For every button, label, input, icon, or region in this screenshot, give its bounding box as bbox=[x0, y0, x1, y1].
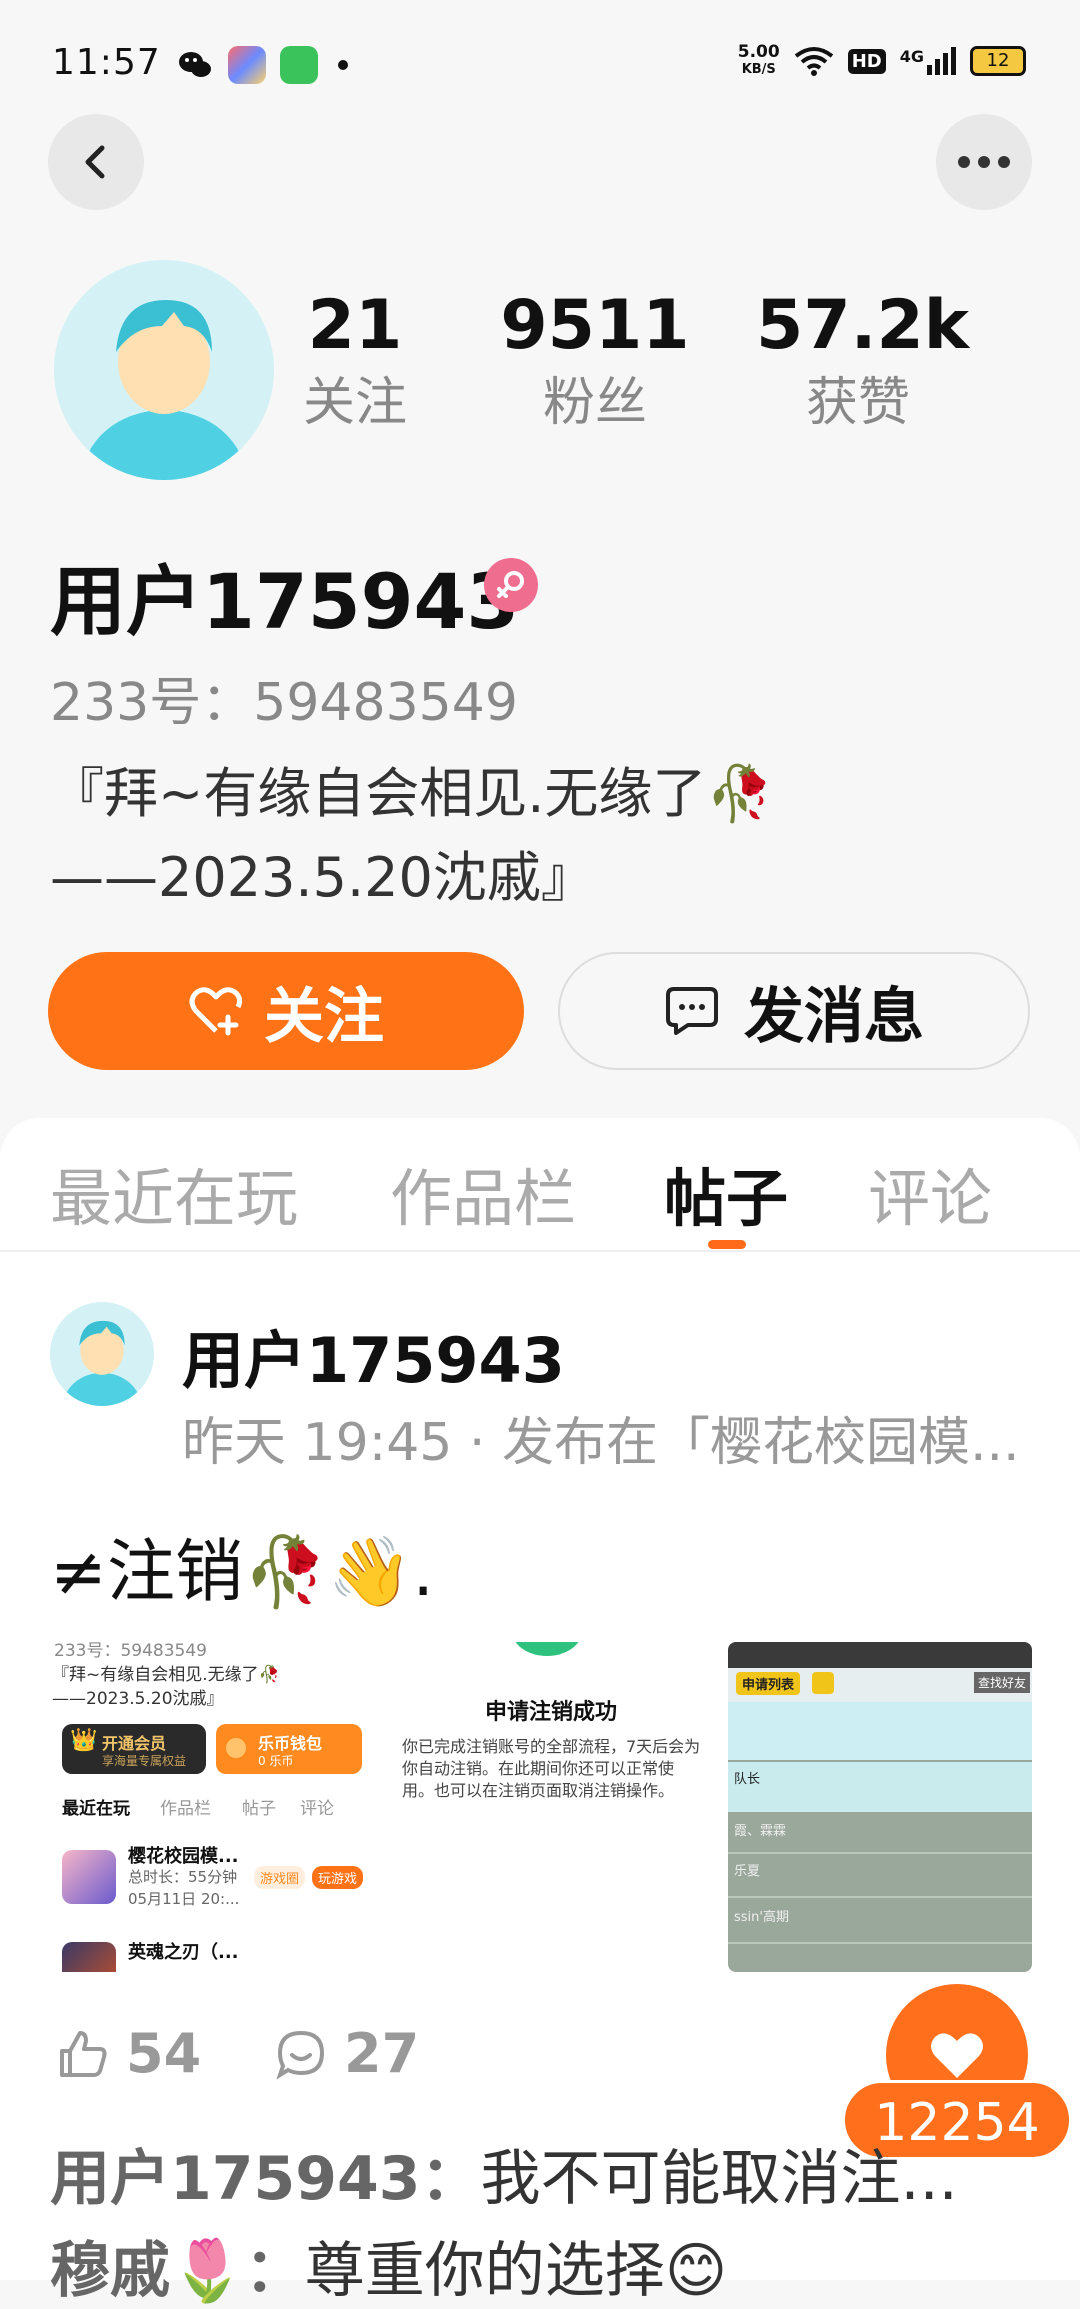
post-image-3[interactable]: 申请列表 查找好友 队长 霞、霖霖 乐夏 ssin'高期 bbox=[728, 1642, 1032, 1972]
post-meta[interactable]: 昨天 19:45 · 发布在「樱花校园模... bbox=[182, 1400, 1062, 1475]
wifi-icon bbox=[794, 47, 833, 76]
default-avatar-icon bbox=[50, 1302, 154, 1406]
thumbs-up-icon bbox=[60, 2030, 107, 2077]
tab-recent-playing[interactable]: 最近在玩 bbox=[50, 1148, 298, 1238]
status-right: 5.00 KB/S HD 4G 12 bbox=[738, 44, 1026, 78]
chevron-left-icon bbox=[85, 145, 105, 179]
message-button[interactable]: 发消息 bbox=[558, 952, 1030, 1070]
wechat-icon bbox=[179, 52, 211, 77]
comment-preview-1[interactable]: 用户175943：我不可能取消注... bbox=[50, 2130, 958, 2217]
tab-posts[interactable]: 帖子 bbox=[664, 1148, 788, 1238]
success-check-icon bbox=[512, 1642, 582, 1656]
follow-button[interactable]: 关注 bbox=[48, 952, 524, 1070]
status-time: 11:57 bbox=[52, 42, 161, 83]
post-title[interactable]: ≠注销🥀👋. bbox=[50, 1516, 434, 1615]
app-icon-colorful bbox=[228, 46, 266, 84]
active-tab-indicator bbox=[708, 1240, 746, 1249]
tab-divider bbox=[0, 1250, 1080, 1252]
back-button[interactable] bbox=[48, 114, 144, 210]
user-id: 233号：59483549 bbox=[50, 673, 518, 733]
hd-badge: HD bbox=[847, 48, 886, 74]
chat-bubble-icon bbox=[666, 987, 718, 1035]
game1-icon bbox=[62, 1850, 116, 1904]
refresh-icon bbox=[812, 1672, 834, 1694]
default-avatar-icon bbox=[54, 260, 274, 480]
crown-icon: 👑 bbox=[70, 1728, 98, 1753]
heart-plus-icon bbox=[189, 987, 243, 1036]
comment-preview-2[interactable]: 穆戚🌷：尊重你的选择😊 bbox=[50, 2222, 727, 2309]
profile-avatar[interactable] bbox=[54, 260, 274, 480]
post-author-name[interactable]: 用户175943 bbox=[182, 1310, 565, 1400]
wallet-card: 乐币钱包 0 乐币 bbox=[216, 1724, 362, 1774]
following-stat[interactable]: 21 关注 bbox=[290, 290, 420, 438]
tab-works[interactable]: 作品栏 bbox=[390, 1148, 576, 1238]
likes-stat[interactable]: 57.2k 获赞 bbox=[756, 290, 969, 438]
followers-stat[interactable]: 9511 粉丝 bbox=[500, 290, 690, 438]
notification-dot-icon bbox=[338, 60, 348, 70]
profile-bio: 『拜~有缘自会相见.无缘了🥀 ——2023.5.20沈戚』 bbox=[50, 762, 774, 909]
net-speed: 5.00 KB/S bbox=[737, 42, 780, 78]
female-gender-icon bbox=[484, 558, 538, 612]
signal-icon: 4G bbox=[900, 47, 956, 75]
tab-comments[interactable]: 评论 bbox=[868, 1148, 992, 1238]
game2-icon bbox=[62, 1942, 116, 1972]
vip-card: 👑 开通会员 享海量专属权益 bbox=[62, 1724, 206, 1774]
comment-icon bbox=[276, 2030, 325, 2080]
app-icon-green bbox=[280, 46, 318, 84]
post-author-avatar[interactable] bbox=[50, 1302, 154, 1406]
heart-icon bbox=[931, 2033, 983, 2078]
profile-username: 用户175943 bbox=[50, 557, 520, 646]
post-image-1[interactable]: 233号：59483549 『拜~有缘自会相见.无缘了🥀 ——2023.5.20… bbox=[48, 1642, 374, 1972]
comment-button[interactable]: 27 bbox=[274, 2022, 419, 2085]
post-image-2[interactable]: 申请注销成功 你已完成注销账号的全部流程，7天后会为你自动注销。在此期间你还可以… bbox=[392, 1642, 710, 1972]
coin-icon bbox=[226, 1738, 246, 1758]
battery-icon: 12 bbox=[970, 46, 1026, 76]
more-dots-icon bbox=[958, 156, 1010, 168]
like-button[interactable]: 54 bbox=[56, 2022, 201, 2085]
more-button[interactable] bbox=[936, 114, 1032, 210]
status-notification-icons bbox=[176, 46, 348, 84]
